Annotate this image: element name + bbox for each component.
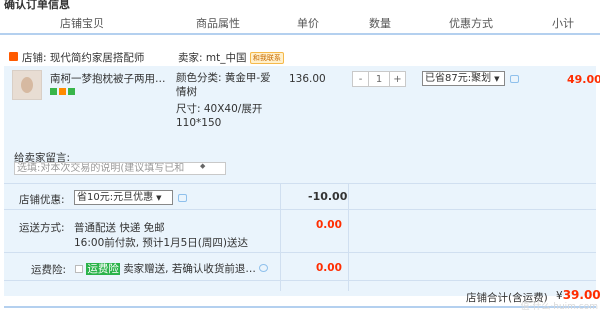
shipping-method: 普通配送 快递 免邮 xyxy=(74,222,165,234)
unit-price: 136.00 xyxy=(289,73,326,85)
section-title: 确认订单信息 xyxy=(4,0,70,11)
seller-name: 卖家: mt_中国 和我联系 xyxy=(178,50,284,65)
quantity-input[interactable]: 1 xyxy=(368,72,390,86)
shipping-label: 运送方式: xyxy=(19,222,65,234)
message-input[interactable]: 选填:对本次交易的说明(建议填写已和 xyxy=(14,162,226,175)
divider xyxy=(4,280,596,281)
shop-name-link[interactable]: 店铺: 现代简约家居搭配师 xyxy=(22,50,144,65)
item-subtotal: 49.00 xyxy=(567,73,600,86)
col-header-subtotal: 小计 xyxy=(552,17,574,30)
product-title-link[interactable]: 南柯一梦抱枕被子两用… xyxy=(50,71,168,86)
insurance-tag: 运费险 xyxy=(86,263,120,275)
chat-icon[interactable] xyxy=(178,194,187,202)
divider xyxy=(4,252,596,253)
contact-seller-badge[interactable]: 和我联系 xyxy=(249,52,284,64)
quantity-stepper: - 1 + xyxy=(352,71,406,87)
dropdown-arrow-icon: ▼ xyxy=(494,75,500,83)
product-thumbnail[interactable] xyxy=(12,70,42,100)
insurance-row: 运费险 卖家赠送, 若确认收货前退… xyxy=(75,261,269,276)
shop-discount-value: 省10元:元旦优惠 xyxy=(77,192,154,203)
service-icons xyxy=(50,86,77,98)
item-discount-select[interactable]: 已省87元:聚划 ▼ xyxy=(422,71,505,86)
attr-color: 颜色分类: 黄金甲-爱情树 xyxy=(176,72,271,98)
col-header-attributes: 商品属性 xyxy=(196,17,240,30)
chat-icon[interactable] xyxy=(510,75,519,83)
item-discount-value: 已省87元:聚划 xyxy=(425,73,492,84)
shipping-eta: 16:00前付款, 预计1月5日(周四)送达 xyxy=(74,237,248,249)
shop-discount-label: 店铺优惠: xyxy=(19,194,65,206)
guarantee-icon xyxy=(50,88,57,95)
col-header-price: 单价 xyxy=(297,17,319,30)
resize-arrow-icon: ◆ xyxy=(200,162,206,170)
footer-divider xyxy=(4,306,596,308)
col-header-discount: 优惠方式 xyxy=(449,17,493,30)
shop-icon xyxy=(9,52,18,61)
col-header-quantity: 数量 xyxy=(369,17,391,30)
column-divider xyxy=(280,183,281,291)
insurance-label: 运费险: xyxy=(31,264,67,276)
dropdown-arrow-icon: ▼ xyxy=(156,194,162,202)
seller-label[interactable]: 卖家: mt_中国 xyxy=(178,52,246,64)
shipping-fee: 0.00 xyxy=(316,219,342,231)
column-divider xyxy=(348,183,349,291)
attr-size: 尺寸: 40X40/展开110*150 xyxy=(176,103,263,129)
watermark: 值·什么·huim.com xyxy=(520,302,598,312)
shop-discount-select[interactable]: 省10元:元旦优惠 ▼ xyxy=(74,190,173,205)
credit-icon xyxy=(59,88,66,95)
header-divider xyxy=(0,33,600,35)
shop-discount-amount: -10.00 xyxy=(308,190,348,203)
info-icon[interactable] xyxy=(259,264,269,272)
divider xyxy=(4,183,596,184)
return-icon xyxy=(68,88,75,95)
col-header-item: 店铺宝贝 xyxy=(60,17,104,30)
insurance-text: 卖家赠送, 若确认收货前退… xyxy=(123,263,256,275)
quantity-minus-button[interactable]: - xyxy=(353,72,368,86)
insurance-checkbox[interactable] xyxy=(75,265,83,273)
divider xyxy=(4,209,596,210)
insurance-fee: 0.00 xyxy=(316,262,342,274)
quantity-plus-button[interactable]: + xyxy=(390,72,405,86)
